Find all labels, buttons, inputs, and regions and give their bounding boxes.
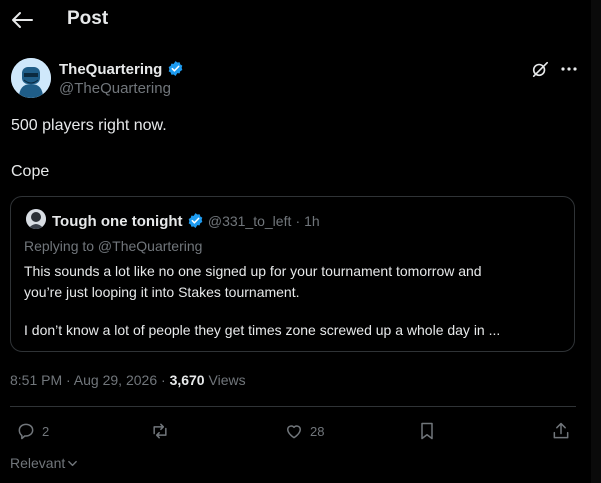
quoted-text-line: This sounds a lot like no one signed up …: [24, 263, 482, 279]
share-icon: [553, 422, 569, 439]
meta-separator: ·: [157, 372, 170, 388]
post-meta: 8:51 PM · Aug 29, 2026 · 3,670 Views: [10, 372, 246, 388]
author-name-row[interactable]: TheQuartering: [59, 60, 184, 78]
reply-button[interactable]: 2: [16, 420, 49, 442]
author-handle[interactable]: @TheQuartering: [59, 80, 171, 97]
grok-icon: [532, 61, 549, 78]
avatar-image: [11, 58, 51, 98]
heart-icon: [287, 425, 301, 439]
chevron-down-icon: [68, 460, 78, 466]
like-button[interactable]: 28: [284, 420, 324, 442]
quoted-author-row: Tough one tonight @331_to_left · 1h: [52, 212, 320, 230]
quoted-avatar: [26, 209, 46, 229]
avatar[interactable]: [11, 58, 51, 98]
like-count: 28: [310, 423, 325, 439]
sort-label: Relevant: [10, 455, 66, 471]
back-button[interactable]: [10, 10, 34, 30]
page-title: Post: [67, 8, 109, 29]
verified-badge-icon: [168, 61, 182, 76]
replying-to-label: Replying to @TheQuartering: [24, 238, 203, 254]
more-options-button[interactable]: [560, 60, 578, 78]
repost-icon: [153, 423, 167, 439]
bookmark-button[interactable]: [417, 420, 437, 442]
quoted-author-name: Tough one tonight: [52, 213, 183, 230]
post-text-line: 500 players right now.: [11, 117, 167, 134]
quoted-post-card[interactable]: Tough one tonight @331_to_left · 1h Repl…: [10, 196, 575, 352]
author-name[interactable]: TheQuartering: [59, 61, 162, 78]
more-horizontal-icon: [561, 67, 577, 71]
arrow-left-icon: [12, 12, 33, 28]
divider: [10, 406, 576, 407]
reply-count: 2: [42, 423, 50, 439]
post-timestamp[interactable]: 8:51 PM · Aug 29, 2026: [10, 372, 157, 388]
quoted-text-line: I don’t know a lot of people they get ti…: [24, 322, 501, 338]
reply-sort-dropdown[interactable]: Relevant: [10, 455, 78, 471]
quoted-author-handle: @331_to_left: [207, 213, 292, 229]
share-button[interactable]: [551, 420, 571, 442]
grok-button[interactable]: [531, 60, 549, 78]
quoted-avatar-image: [26, 209, 46, 229]
verified-badge-icon: [188, 213, 202, 228]
repost-button[interactable]: [150, 420, 176, 442]
quoted-post-age: · 1h: [295, 213, 320, 229]
views-label: Views: [204, 372, 246, 388]
views-count: 3,670: [169, 372, 205, 388]
reply-icon: [18, 423, 34, 440]
quoted-text-line: you’re just looping it into Stakes tourn…: [24, 284, 300, 300]
post-text-line: Cope: [11, 163, 50, 180]
bookmark-icon: [421, 422, 433, 440]
scrollbar[interactable]: [591, 0, 601, 483]
